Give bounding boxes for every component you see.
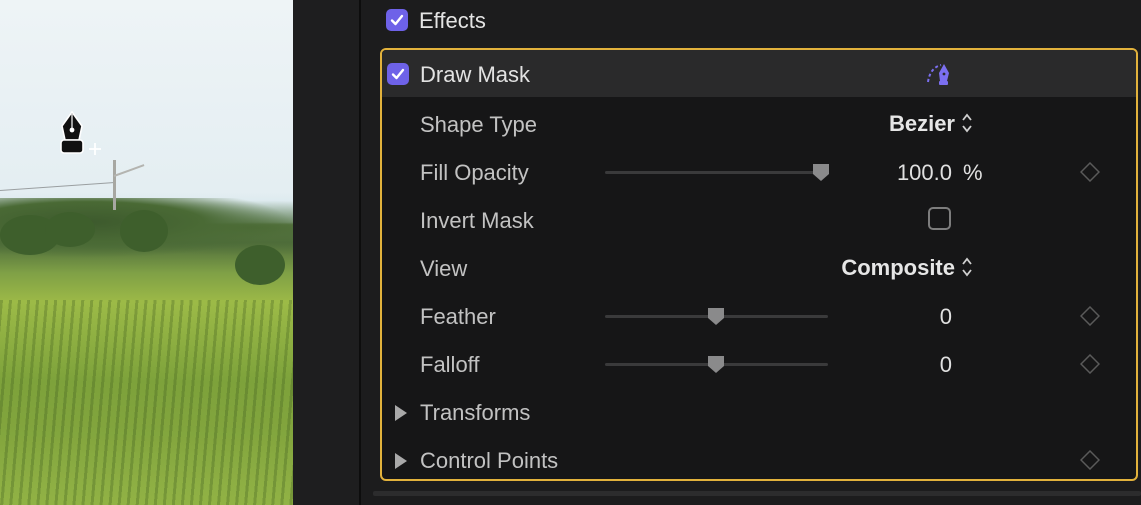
slider-thumb[interactable] — [707, 355, 725, 374]
invert-mask-checkbox[interactable] — [928, 207, 951, 230]
effects-inspector: Effects Draw Mask Shape Type Bezier Fill… — [361, 0, 1141, 505]
viewer-tree — [235, 245, 285, 285]
keyframe-diamond-icon[interactable] — [1080, 306, 1100, 326]
disclosure-triangle-icon[interactable] — [395, 405, 407, 421]
draw-mask-title: Draw Mask — [420, 62, 531, 87]
draw-mask-pen-icon[interactable] — [925, 60, 953, 88]
fill-opacity-row: Fill Opacity 100.0 % — [382, 148, 1136, 196]
feather-slider[interactable] — [605, 308, 828, 325]
slider-thumb[interactable] — [812, 163, 830, 182]
viewer-pole — [113, 160, 116, 210]
feather-value[interactable]: 0 — [940, 304, 952, 330]
fill-opacity-unit: % — [963, 160, 983, 185]
fill-opacity-slider[interactable] — [605, 164, 829, 181]
transforms-label: Transforms — [420, 400, 531, 425]
up-down-chevron-icon — [962, 113, 972, 133]
viewer-pole-arm — [113, 164, 145, 177]
feather-label: Feather — [420, 304, 496, 329]
control-points-label: Control Points — [420, 448, 559, 473]
view-label: View — [420, 256, 468, 281]
control-points-row[interactable]: Control Points — [382, 436, 1136, 484]
checkmark-icon — [390, 14, 404, 26]
feather-row: Feather 0 — [382, 292, 1136, 340]
view-popup[interactable]: Composite — [841, 255, 973, 281]
shape-type-popup[interactable]: Bezier — [889, 111, 973, 137]
up-down-chevron-icon — [962, 257, 972, 277]
invert-mask-label: Invert Mask — [420, 208, 534, 233]
falloff-label: Falloff — [420, 352, 480, 377]
shape-type-value: Bezier — [888, 111, 955, 136]
video-viewer[interactable] — [0, 0, 293, 505]
draw-mask-effect[interactable]: Draw Mask Shape Type Bezier Fill Opacity… — [380, 48, 1138, 481]
checkmark-icon — [391, 68, 405, 80]
fill-opacity-value[interactable]: 100.0 — [897, 160, 952, 186]
transforms-row[interactable]: Transforms — [382, 388, 1136, 436]
falloff-slider[interactable] — [605, 356, 828, 373]
fill-opacity-label: Fill Opacity — [420, 160, 529, 185]
keyframe-diamond-icon[interactable] — [1080, 354, 1100, 374]
invert-mask-row: Invert Mask — [382, 196, 1136, 244]
effects-label: Effects — [419, 8, 486, 33]
disclosure-triangle-icon[interactable] — [395, 453, 407, 469]
draw-mask-header[interactable]: Draw Mask — [382, 50, 1136, 97]
slider-thumb[interactable] — [707, 307, 725, 326]
viewer-tree — [120, 210, 168, 252]
effects-checkbox[interactable] — [386, 9, 408, 31]
shape-type-row: Shape Type Bezier — [382, 100, 1136, 148]
draw-mask-checkbox[interactable] — [387, 63, 409, 85]
view-row: View Composite — [382, 244, 1136, 292]
viewer-grass — [0, 300, 293, 505]
shape-type-label: Shape Type — [420, 112, 538, 137]
falloff-value[interactable]: 0 — [940, 352, 952, 378]
pen-add-point-cursor-icon — [60, 110, 101, 155]
falloff-row: Falloff 0 — [382, 340, 1136, 388]
panel-gutter — [293, 0, 359, 505]
keyframe-diamond-icon[interactable] — [1080, 162, 1100, 182]
effects-section-header: Effects — [361, 0, 1141, 42]
keyframe-diamond-icon[interactable] — [1080, 450, 1100, 470]
viewer-wire — [0, 181, 115, 191]
next-effect-edge — [373, 491, 1141, 496]
viewer-tree — [45, 212, 95, 247]
view-value: Composite — [841, 255, 955, 280]
